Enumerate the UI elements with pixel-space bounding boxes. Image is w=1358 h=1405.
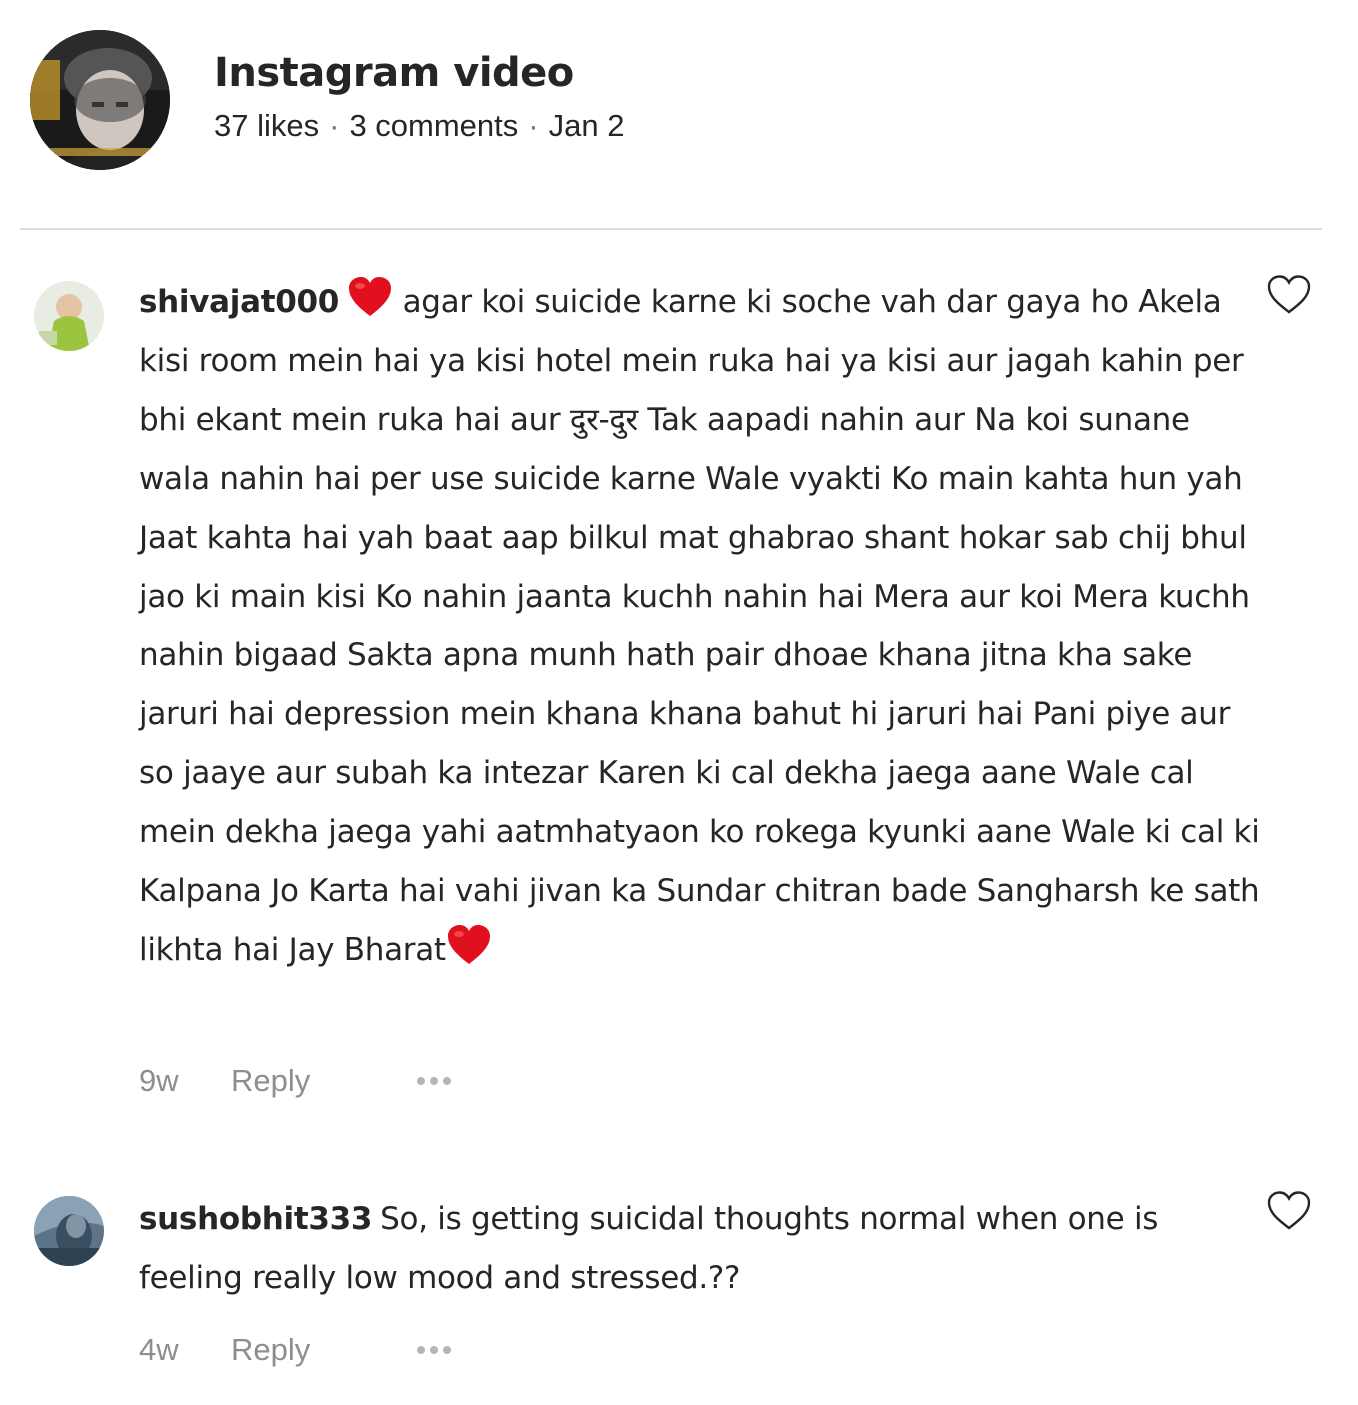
meta-separator: · <box>329 108 340 143</box>
comment-timestamp[interactable]: 9w <box>139 1063 231 1099</box>
comment-username[interactable]: sushobhit333 <box>139 1201 372 1237</box>
post-header: Instagram video 37 likes · 3 comments · Jan … <box>0 0 1358 230</box>
comment-text: shivajat000 agar koi suicide karne ki so… <box>139 273 1264 980</box>
comment-timestamp[interactable]: 4w <box>139 1332 231 1368</box>
more-horizontal-icon[interactable] <box>417 1340 451 1360</box>
reply-button[interactable]: Reply <box>231 1063 417 1099</box>
commenter-avatar[interactable] <box>34 281 104 351</box>
comment-username[interactable]: shivajat000 <box>139 284 339 320</box>
post-date[interactable]: Jan 2 <box>549 108 625 143</box>
heart-outline-icon[interactable] <box>1266 274 1312 316</box>
likes-count[interactable]: 37 likes <box>214 108 319 143</box>
post-comments-page: Instagram video 37 likes · 3 comments · Jan … <box>0 0 1358 1405</box>
reply-button[interactable]: Reply <box>231 1332 417 1368</box>
red-heart-emoji-icon <box>446 924 492 966</box>
post-meta: 37 likes · 3 comments · Jan 2 <box>214 108 624 144</box>
comment-message: agar koi suicide karne ki soche vah dar … <box>139 284 1260 968</box>
comments-count[interactable]: 3 comments <box>349 108 518 143</box>
meta-separator: · <box>528 108 539 143</box>
commenter-avatar[interactable] <box>34 1196 104 1266</box>
post-title: Instagram video <box>214 50 574 96</box>
more-horizontal-icon[interactable] <box>417 1071 451 1091</box>
comment-text: sushobhit333 So, is getting suicidal thou… <box>139 1190 1264 1308</box>
comment-actions: 9w Reply <box>139 1063 451 1099</box>
header-divider <box>20 228 1322 230</box>
red-heart-emoji-icon <box>347 276 393 318</box>
comment-actions: 4w Reply <box>139 1332 451 1368</box>
post-author-avatar[interactable] <box>30 30 170 170</box>
heart-outline-icon[interactable] <box>1266 1190 1312 1232</box>
